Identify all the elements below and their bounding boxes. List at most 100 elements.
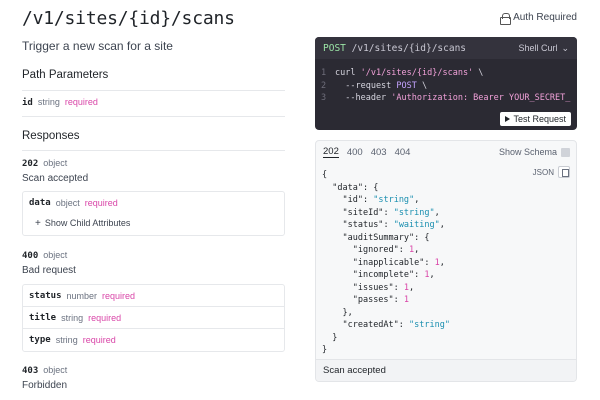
copy-icon[interactable] (558, 166, 570, 178)
response-400-header: 400 object (22, 250, 67, 261)
json-value: 1 (424, 270, 430, 280)
attribute-name: title (29, 312, 57, 323)
json-line: "incomplete": 1, (352, 270, 435, 280)
response-kind: object (43, 365, 68, 375)
divider (22, 150, 285, 151)
attribute-row: title string required (23, 307, 284, 329)
response-kind: object (43, 158, 68, 168)
plus-icon: + (35, 217, 41, 229)
param-name: id (22, 98, 33, 108)
attribute-row: status number required (23, 285, 284, 307)
json-line: "id": "string", (342, 195, 420, 205)
path-parameters-heading: Path Parameters (22, 69, 109, 81)
responses-heading: Responses (22, 130, 80, 142)
show-child-attributes-button[interactable]: + Show Child Attributes (23, 214, 284, 232)
code-text: curl (335, 68, 361, 78)
json-line: "status": "waiting", (342, 220, 445, 230)
tab-404[interactable]: 404 (395, 147, 411, 158)
attribute-type: string (55, 335, 78, 345)
attribute-name: data (29, 198, 51, 208)
json-line: "ignored": 1, (352, 245, 420, 255)
attribute-required: required (84, 198, 118, 208)
request-code-card: POST /v1/sites/{id}/scans Shell Curl ⌄ 1… (315, 37, 577, 130)
format-label: JSON (532, 167, 554, 177)
attribute-name: type (29, 335, 51, 345)
response-desc: Bad request (22, 265, 76, 276)
attribute-required: required (88, 312, 122, 323)
json-example: JSON { "data": { "id": "string", "siteId… (316, 163, 576, 359)
request-method: POST (323, 42, 346, 54)
code-string: 'Authorization: Bearer YOUR_SECRET_ (391, 93, 571, 103)
chevron-down-icon: ⌄ (561, 42, 569, 53)
play-icon (505, 116, 511, 122)
request-code-body: 1 curl '/v1/sites/{id}/scans' \ 2 --requ… (315, 59, 577, 105)
auth-label: Auth Required (513, 12, 577, 23)
json-value: string (378, 195, 410, 205)
request-card-header: POST /v1/sites/{id}/scans Shell Curl ⌄ (315, 37, 577, 59)
code-string: '/v1/sites/{id}/scans' (360, 68, 474, 78)
response-202-header: 202 object (22, 158, 67, 169)
response-kind: object (43, 250, 68, 260)
json-line: "inapplicable": 1, (352, 257, 445, 268)
attribute-required: required (82, 335, 116, 345)
response-footer: Scan accepted (316, 359, 576, 381)
code-line: 2 --request POST \ (321, 80, 571, 93)
json-line: } (322, 345, 328, 355)
json-line: "passes": 1 (352, 295, 410, 305)
code-keyword: POST (396, 80, 417, 91)
divider (22, 116, 285, 117)
endpoint-description: Trigger a new scan for a site (22, 39, 173, 53)
json-value: 1 (403, 295, 410, 305)
test-request-label: Test Request (513, 114, 566, 124)
show-schema-label: Show Schema (498, 147, 557, 157)
lock-icon (500, 12, 512, 25)
json-line: "issues": 1, (352, 282, 415, 293)
response-400-attributes: status number required title string requ… (22, 284, 285, 352)
json-line: "data": { (332, 182, 379, 193)
json-format-tag: JSON (533, 166, 570, 178)
response-202-attributes: data object required + Show Child Attrib… (22, 191, 285, 236)
response-desc: Forbidden (22, 380, 68, 391)
show-schema-toggle[interactable]: Show Schema (499, 147, 570, 157)
response-footer-label: Scan accepted (323, 365, 386, 376)
response-code: 403 (22, 366, 39, 376)
attribute-type: number (66, 290, 98, 301)
tab-400[interactable]: 400 (347, 147, 363, 158)
json-value: string (414, 320, 445, 330)
checkbox-icon (561, 147, 570, 157)
test-request-button[interactable]: Test Request (500, 112, 571, 126)
json-line: } (322, 332, 338, 343)
line-number: 3 (321, 93, 327, 103)
param-type: string (37, 97, 60, 107)
attribute-type: object (55, 198, 80, 208)
json-value: 1 (403, 282, 410, 293)
code-text: \ (473, 68, 484, 78)
json-value: 1 (434, 257, 440, 268)
language-label: Shell Curl (518, 43, 558, 53)
json-value: 1 (409, 245, 415, 255)
line-number: 2 (321, 80, 327, 91)
code-text: --request (335, 80, 397, 91)
json-line: "auditSummary": { (342, 232, 430, 243)
divider (22, 90, 285, 91)
code-line: 3 --header 'Authorization: Bearer YOUR_S… (321, 92, 571, 105)
param-required: required (64, 97, 98, 107)
response-example-card: 202 400 403 404 Show Schema JSON { "data… (315, 140, 577, 382)
auth-required-badge: Auth Required (500, 12, 577, 25)
language-select[interactable]: Shell Curl ⌄ (518, 43, 569, 54)
json-line: "siteId": "string", (342, 207, 440, 218)
param-id: id string required (22, 97, 98, 108)
code-text: --header (335, 93, 392, 103)
attribute-required: required (102, 290, 136, 301)
tab-202[interactable]: 202 (323, 146, 339, 158)
attribute-type: string (61, 312, 84, 323)
line-number: 1 (321, 68, 327, 78)
tab-403[interactable]: 403 (371, 147, 387, 158)
json-line: "createdAt": "string" (342, 320, 450, 330)
response-code: 400 (22, 251, 39, 261)
json-value: string (398, 207, 430, 218)
code-text: \ (416, 80, 428, 91)
attribute-row: data object required (23, 192, 284, 214)
page-title: /v1/sites/{id}/scans (22, 8, 235, 29)
request-endpoint: POST /v1/sites/{id}/scans (323, 43, 466, 54)
